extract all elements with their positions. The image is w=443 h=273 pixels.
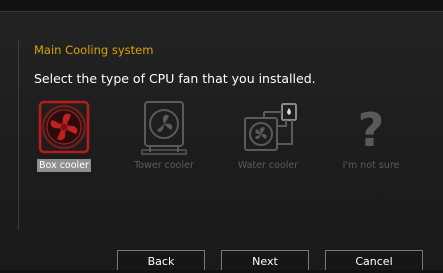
section-title: Main Cooling system [34,43,154,57]
left-divider [18,40,19,230]
option-box-cooler[interactable]: Box cooler [22,100,106,180]
option-water-cooler[interactable]: Water cooler [226,100,310,180]
option-label: Tower cooler [134,160,194,171]
tower-cooler-icon [141,101,187,155]
top-divider [0,11,443,12]
option-label: I'm not sure [342,160,400,171]
water-cooler-icon [244,103,297,151]
box-cooler-icon [38,100,90,154]
svg-text:?: ? [358,103,385,156]
next-button[interactable]: Next [221,250,309,270]
back-button[interactable]: Back [117,250,205,270]
option-not-sure[interactable]: ? I'm not sure [329,100,413,180]
cancel-button[interactable]: Cancel [325,250,423,270]
option-tower-cooler[interactable]: Tower cooler [122,100,206,180]
option-label: Water cooler [237,160,299,171]
question-mark-icon: ? [358,103,385,156]
prompt-text: Select the type of CPU fan that you inst… [34,71,316,86]
option-label: Box cooler [37,159,91,172]
